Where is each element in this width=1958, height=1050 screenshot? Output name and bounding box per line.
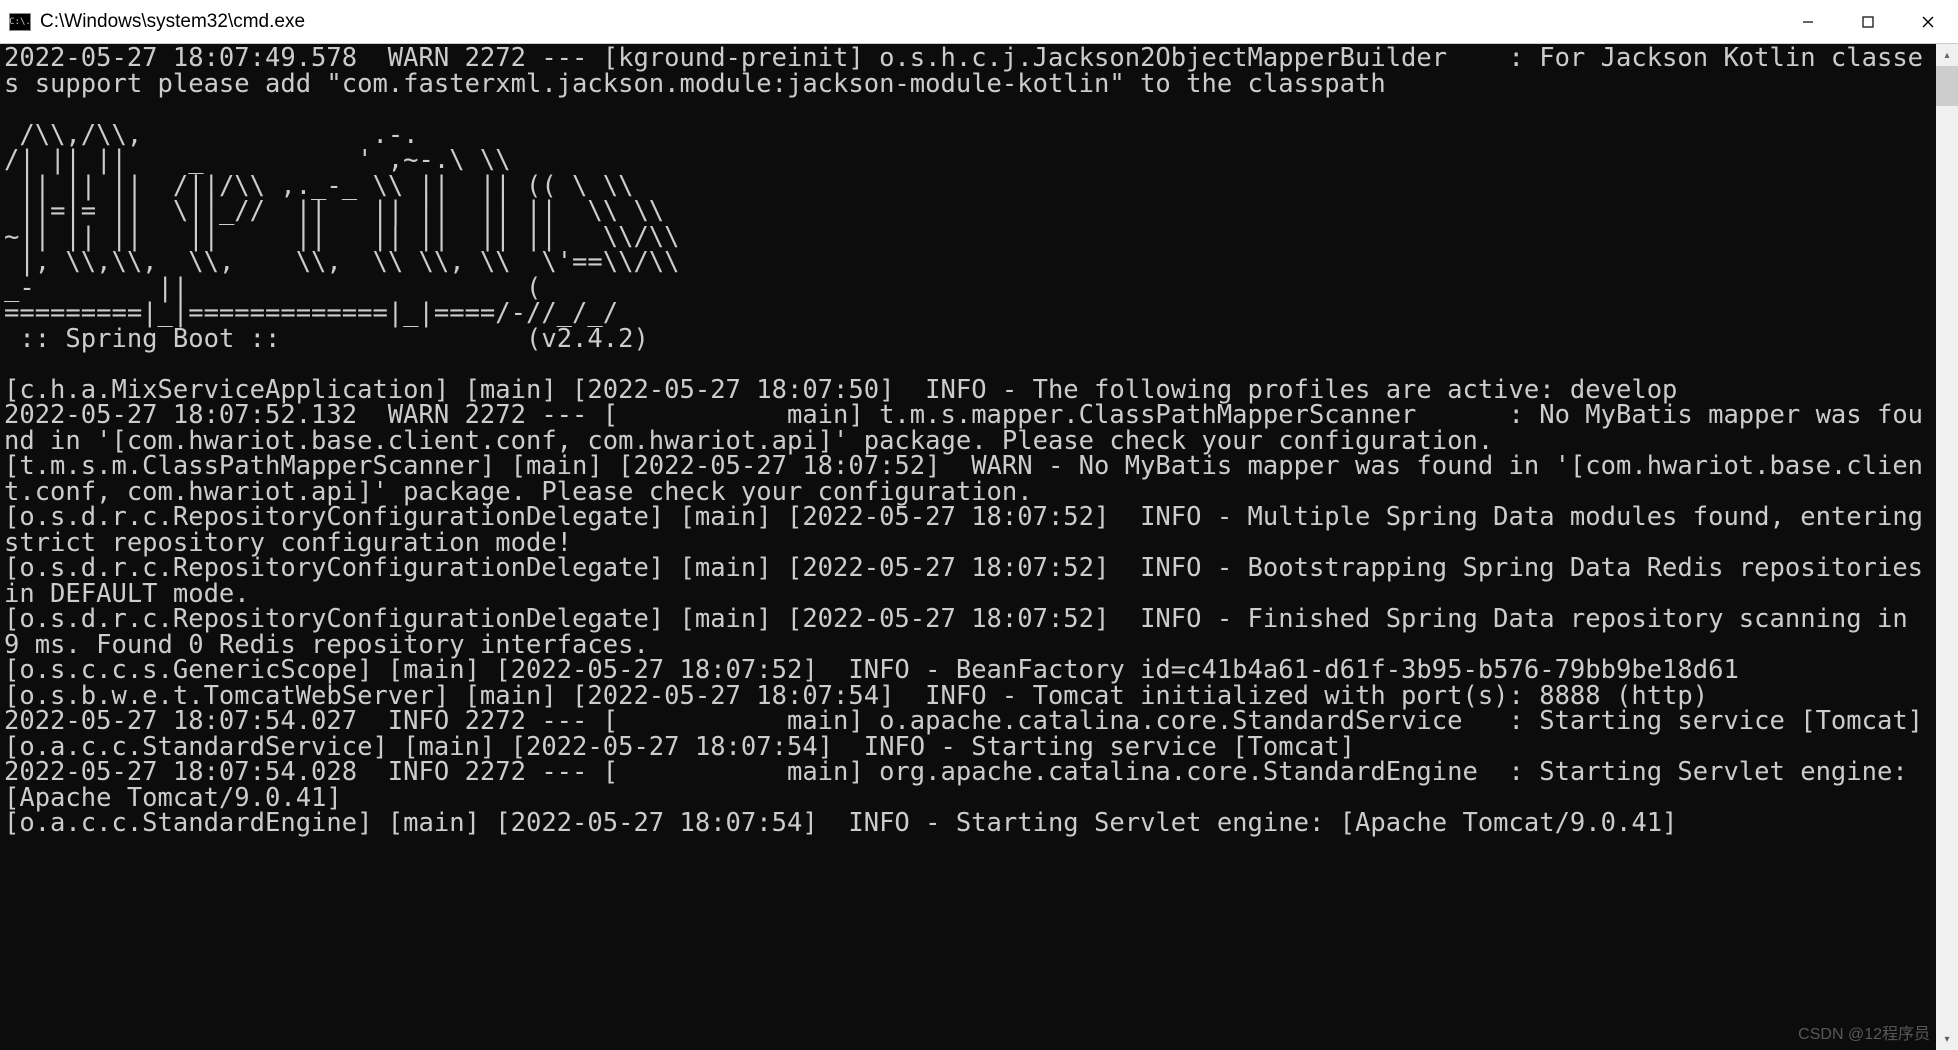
console-area: 2022-05-27 18:07:49.578 WARN 2272 --- [k… [0, 44, 1958, 1050]
window-titlebar[interactable]: C:\. C:\Windows\system32\cmd.exe [0, 0, 1958, 44]
watermark-text: CSDN @12程序员 [1798, 1020, 1930, 1044]
scroll-thumb[interactable] [1936, 66, 1958, 106]
close-button[interactable] [1898, 0, 1958, 43]
minimize-button[interactable] [1778, 0, 1838, 43]
console-output[interactable]: 2022-05-27 18:07:49.578 WARN 2272 --- [k… [0, 44, 1936, 1050]
vertical-scrollbar[interactable]: ▴ ▾ [1936, 44, 1958, 1050]
maximize-button[interactable] [1838, 0, 1898, 43]
scroll-down-arrow[interactable]: ▾ [1936, 1028, 1958, 1050]
window-controls [1778, 0, 1958, 43]
scroll-up-arrow[interactable]: ▴ [1936, 44, 1958, 66]
cmd-icon: C:\. [8, 10, 32, 34]
scroll-track[interactable] [1936, 66, 1958, 1028]
window-title: C:\Windows\system32\cmd.exe [40, 11, 1778, 33]
